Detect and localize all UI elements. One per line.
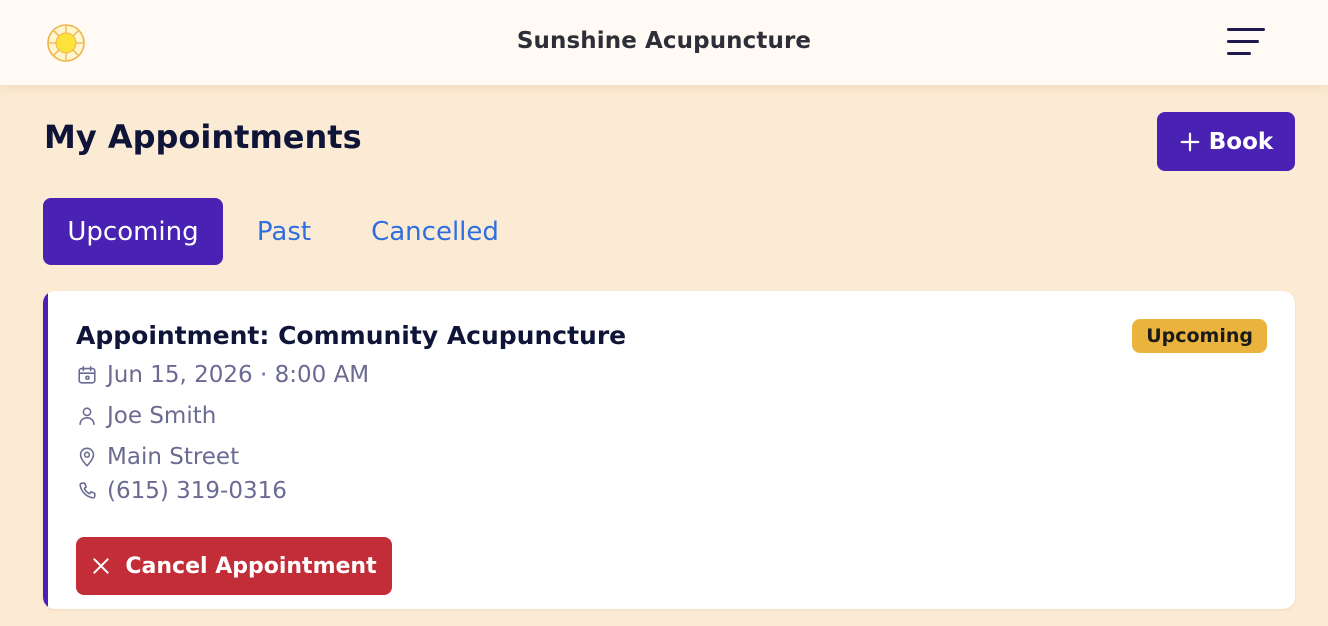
cancel-appointment-button[interactable]: Cancel Appointment bbox=[76, 537, 392, 595]
tab-past[interactable]: Past bbox=[223, 198, 345, 265]
plus-icon bbox=[1180, 132, 1200, 151]
appointment-card: Appointment: Community Acupuncture Upcom… bbox=[43, 291, 1295, 609]
appointment-datetime-row: Jun 15, 2026 · 8:00 AM bbox=[76, 362, 369, 388]
status-badge: Upcoming bbox=[1132, 319, 1267, 353]
appointment-title: Appointment: Community Acupuncture bbox=[76, 321, 627, 350]
calendar-icon bbox=[78, 365, 96, 384]
book-button-label: Book bbox=[1208, 128, 1274, 155]
menu-line bbox=[1227, 40, 1259, 43]
book-button[interactable]: Book bbox=[1157, 112, 1295, 171]
appointment-tabs: Upcoming Past Cancelled bbox=[43, 198, 525, 265]
tab-cancelled[interactable]: Cancelled bbox=[345, 198, 525, 265]
app-title: Sunshine Acupuncture bbox=[516, 28, 812, 54]
page-title: My Appointments bbox=[44, 118, 362, 156]
appointment-practitioner-row: Joe Smith bbox=[76, 403, 216, 429]
appointment-phone-row: (615) 319-0316 bbox=[76, 478, 287, 504]
app-header: Sunshine Acupuncture bbox=[0, 0, 1328, 85]
tab-upcoming[interactable]: Upcoming bbox=[43, 198, 223, 265]
menu-line bbox=[1227, 52, 1251, 55]
map-pin-icon bbox=[79, 447, 95, 467]
menu-line bbox=[1227, 28, 1265, 31]
person-icon bbox=[79, 407, 95, 426]
hamburger-menu-icon[interactable] bbox=[1224, 25, 1270, 61]
appointment-datetime: Jun 15, 2026 · 8:00 AM bbox=[107, 362, 370, 388]
close-icon bbox=[93, 558, 110, 574]
appointment-location: Main Street bbox=[107, 444, 240, 470]
appointment-phone: (615) 319-0316 bbox=[107, 478, 287, 504]
cancel-appointment-label: Cancel Appointment bbox=[125, 553, 377, 579]
appointment-location-row: Main Street bbox=[76, 444, 239, 470]
appointment-practitioner: Joe Smith bbox=[107, 403, 217, 429]
card-accent-bar bbox=[43, 291, 48, 609]
phone-icon bbox=[79, 482, 96, 499]
